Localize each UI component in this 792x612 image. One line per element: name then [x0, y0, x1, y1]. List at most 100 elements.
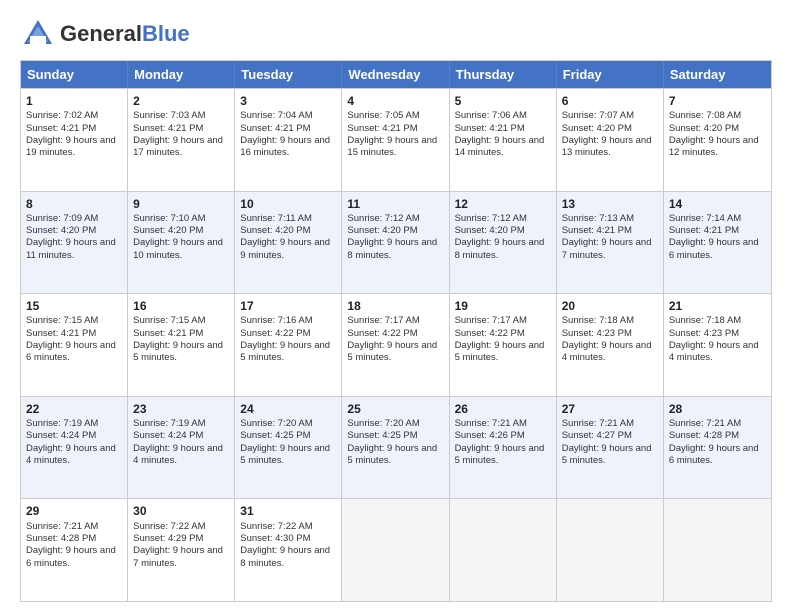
calendar-row-1: 1 Sunrise: 7:02 AM Sunset: 4:21 PM Dayli…: [21, 88, 771, 191]
table-row: 16 Sunrise: 7:15 AM Sunset: 4:21 PM Dayl…: [128, 294, 235, 396]
day-number: 10: [240, 196, 336, 212]
calendar-row-4: 22 Sunrise: 7:19 AM Sunset: 4:24 PM Dayl…: [21, 396, 771, 499]
day-number: 28: [669, 401, 766, 417]
cell-text: Sunrise: 7:21 AM Sunset: 4:27 PM Dayligh…: [562, 418, 658, 467]
cell-text: Sunrise: 7:21 AM Sunset: 4:26 PM Dayligh…: [455, 418, 551, 467]
cell-text: Sunrise: 7:02 AM Sunset: 4:21 PM Dayligh…: [26, 110, 122, 159]
table-row: 27 Sunrise: 7:21 AM Sunset: 4:27 PM Dayl…: [557, 397, 664, 499]
day-number: 17: [240, 298, 336, 314]
cell-text: Sunrise: 7:17 AM Sunset: 4:22 PM Dayligh…: [455, 315, 551, 364]
day-number: 3: [240, 93, 336, 109]
table-row: 5 Sunrise: 7:06 AM Sunset: 4:21 PM Dayli…: [450, 89, 557, 191]
calendar: Sunday Monday Tuesday Wednesday Thursday…: [20, 60, 772, 602]
cell-text: Sunrise: 7:03 AM Sunset: 4:21 PM Dayligh…: [133, 110, 229, 159]
day-number: 22: [26, 401, 122, 417]
day-number: 20: [562, 298, 658, 314]
col-saturday: Saturday: [664, 61, 771, 88]
table-row: 22 Sunrise: 7:19 AM Sunset: 4:24 PM Dayl…: [21, 397, 128, 499]
day-number: 21: [669, 298, 766, 314]
logo: GeneralBlue: [20, 16, 190, 52]
table-row: 24 Sunrise: 7:20 AM Sunset: 4:25 PM Dayl…: [235, 397, 342, 499]
table-row: 7 Sunrise: 7:08 AM Sunset: 4:20 PM Dayli…: [664, 89, 771, 191]
table-row: 30 Sunrise: 7:22 AM Sunset: 4:29 PM Dayl…: [128, 499, 235, 601]
col-sunday: Sunday: [21, 61, 128, 88]
cell-text: Sunrise: 7:20 AM Sunset: 4:25 PM Dayligh…: [347, 418, 443, 467]
table-row: [557, 499, 664, 601]
table-row: 4 Sunrise: 7:05 AM Sunset: 4:21 PM Dayli…: [342, 89, 449, 191]
day-number: 27: [562, 401, 658, 417]
cell-text: Sunrise: 7:19 AM Sunset: 4:24 PM Dayligh…: [133, 418, 229, 467]
table-row: [342, 499, 449, 601]
day-number: 25: [347, 401, 443, 417]
table-row: 8 Sunrise: 7:09 AM Sunset: 4:20 PM Dayli…: [21, 192, 128, 294]
table-row: 11 Sunrise: 7:12 AM Sunset: 4:20 PM Dayl…: [342, 192, 449, 294]
logo-text: GeneralBlue: [60, 21, 190, 47]
logo-icon: [20, 16, 56, 52]
cell-text: Sunrise: 7:10 AM Sunset: 4:20 PM Dayligh…: [133, 213, 229, 262]
table-row: 19 Sunrise: 7:17 AM Sunset: 4:22 PM Dayl…: [450, 294, 557, 396]
table-row: 9 Sunrise: 7:10 AM Sunset: 4:20 PM Dayli…: [128, 192, 235, 294]
col-monday: Monday: [128, 61, 235, 88]
day-number: 9: [133, 196, 229, 212]
cell-text: Sunrise: 7:04 AM Sunset: 4:21 PM Dayligh…: [240, 110, 336, 159]
cell-text: Sunrise: 7:11 AM Sunset: 4:20 PM Dayligh…: [240, 213, 336, 262]
calendar-row-2: 8 Sunrise: 7:09 AM Sunset: 4:20 PM Dayli…: [21, 191, 771, 294]
day-number: 18: [347, 298, 443, 314]
table-row: 14 Sunrise: 7:14 AM Sunset: 4:21 PM Dayl…: [664, 192, 771, 294]
day-number: 15: [26, 298, 122, 314]
day-number: 29: [26, 503, 122, 519]
cell-text: Sunrise: 7:07 AM Sunset: 4:20 PM Dayligh…: [562, 110, 658, 159]
calendar-row-5: 29 Sunrise: 7:21 AM Sunset: 4:28 PM Dayl…: [21, 498, 771, 601]
day-number: 24: [240, 401, 336, 417]
day-number: 4: [347, 93, 443, 109]
col-thursday: Thursday: [450, 61, 557, 88]
cell-text: Sunrise: 7:21 AM Sunset: 4:28 PM Dayligh…: [669, 418, 766, 467]
col-tuesday: Tuesday: [235, 61, 342, 88]
day-number: 11: [347, 196, 443, 212]
table-row: 13 Sunrise: 7:13 AM Sunset: 4:21 PM Dayl…: [557, 192, 664, 294]
table-row: [664, 499, 771, 601]
table-row: 3 Sunrise: 7:04 AM Sunset: 4:21 PM Dayli…: [235, 89, 342, 191]
table-row: 12 Sunrise: 7:12 AM Sunset: 4:20 PM Dayl…: [450, 192, 557, 294]
cell-text: Sunrise: 7:13 AM Sunset: 4:21 PM Dayligh…: [562, 213, 658, 262]
table-row: 26 Sunrise: 7:21 AM Sunset: 4:26 PM Dayl…: [450, 397, 557, 499]
cell-text: Sunrise: 7:08 AM Sunset: 4:20 PM Dayligh…: [669, 110, 766, 159]
day-number: 26: [455, 401, 551, 417]
cell-text: Sunrise: 7:20 AM Sunset: 4:25 PM Dayligh…: [240, 418, 336, 467]
table-row: [450, 499, 557, 601]
table-row: 2 Sunrise: 7:03 AM Sunset: 4:21 PM Dayli…: [128, 89, 235, 191]
table-row: 21 Sunrise: 7:18 AM Sunset: 4:23 PM Dayl…: [664, 294, 771, 396]
table-row: 17 Sunrise: 7:16 AM Sunset: 4:22 PM Dayl…: [235, 294, 342, 396]
cell-text: Sunrise: 7:09 AM Sunset: 4:20 PM Dayligh…: [26, 213, 122, 262]
day-number: 16: [133, 298, 229, 314]
cell-text: Sunrise: 7:16 AM Sunset: 4:22 PM Dayligh…: [240, 315, 336, 364]
cell-text: Sunrise: 7:21 AM Sunset: 4:28 PM Dayligh…: [26, 521, 122, 570]
table-row: 25 Sunrise: 7:20 AM Sunset: 4:25 PM Dayl…: [342, 397, 449, 499]
cell-text: Sunrise: 7:12 AM Sunset: 4:20 PM Dayligh…: [455, 213, 551, 262]
cell-text: Sunrise: 7:18 AM Sunset: 4:23 PM Dayligh…: [562, 315, 658, 364]
day-number: 14: [669, 196, 766, 212]
col-wednesday: Wednesday: [342, 61, 449, 88]
day-number: 6: [562, 93, 658, 109]
day-number: 8: [26, 196, 122, 212]
cell-text: Sunrise: 7:12 AM Sunset: 4:20 PM Dayligh…: [347, 213, 443, 262]
table-row: 29 Sunrise: 7:21 AM Sunset: 4:28 PM Dayl…: [21, 499, 128, 601]
cell-text: Sunrise: 7:06 AM Sunset: 4:21 PM Dayligh…: [455, 110, 551, 159]
calendar-row-3: 15 Sunrise: 7:15 AM Sunset: 4:21 PM Dayl…: [21, 293, 771, 396]
cell-text: Sunrise: 7:17 AM Sunset: 4:22 PM Dayligh…: [347, 315, 443, 364]
table-row: 15 Sunrise: 7:15 AM Sunset: 4:21 PM Dayl…: [21, 294, 128, 396]
table-row: 1 Sunrise: 7:02 AM Sunset: 4:21 PM Dayli…: [21, 89, 128, 191]
cell-text: Sunrise: 7:05 AM Sunset: 4:21 PM Dayligh…: [347, 110, 443, 159]
cell-text: Sunrise: 7:19 AM Sunset: 4:24 PM Dayligh…: [26, 418, 122, 467]
day-number: 13: [562, 196, 658, 212]
day-number: 19: [455, 298, 551, 314]
day-number: 30: [133, 503, 229, 519]
day-number: 5: [455, 93, 551, 109]
cell-text: Sunrise: 7:15 AM Sunset: 4:21 PM Dayligh…: [133, 315, 229, 364]
table-row: 18 Sunrise: 7:17 AM Sunset: 4:22 PM Dayl…: [342, 294, 449, 396]
cell-text: Sunrise: 7:22 AM Sunset: 4:29 PM Dayligh…: [133, 521, 229, 570]
day-number: 31: [240, 503, 336, 519]
col-friday: Friday: [557, 61, 664, 88]
day-number: 2: [133, 93, 229, 109]
calendar-header: Sunday Monday Tuesday Wednesday Thursday…: [21, 61, 771, 88]
